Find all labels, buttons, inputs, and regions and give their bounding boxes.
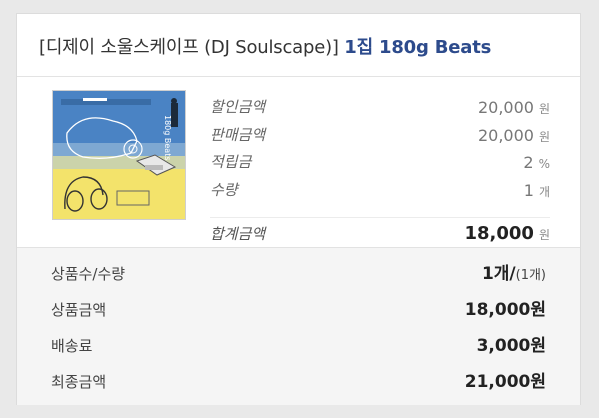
final-price-value: 21,000원 [464,372,546,392]
product-price-row: 상품금액 18,000원 [51,295,546,325]
final-price-label: 최종금액 [51,373,107,391]
product-price-label: 상품금액 [51,301,107,319]
sale-price-unit: 원 [538,129,550,144]
quantity-label: 수량 [210,180,238,199]
reward-rate-label: 적립금 [210,153,252,171]
product-title[interactable]: [디제이 소울스케이프 (DJ Soulscape)] 1집 180g Beat… [17,14,580,77]
order-card: [디제이 소울스케이프 (DJ Soulscape)] 1집 180g Beat… [16,13,581,405]
discount-price-value: 20,000 [477,98,534,117]
item-count-value: 1개/ [481,264,516,284]
sale-price-row: 판매금액 20,000 원 [210,122,550,150]
order-summary: 상품수/수량 1개/(1개) 상품금액 18,000원 배송료 3,000원 최… [17,247,580,405]
album-cover-image[interactable]: 180g Beats [52,90,186,220]
quantity-row: 수량 1개 [210,177,550,205]
sale-price-value: 20,000 [477,125,534,145]
quantity-unit: 개 [538,184,550,199]
discount-price-row: 할인금액 20,000 원 [210,94,550,122]
reward-rate-row: 적립금 2% [210,149,550,177]
reward-rate-unit: % [538,157,550,171]
product-title-prefix[interactable]: [디제이 소울스케이프 (DJ Soulscape)] [39,37,339,58]
subtotal-label: 합계금액 [210,225,266,243]
product-price-value: 18,000원 [464,300,546,320]
item-count-label: 상품수/수량 [51,265,126,283]
album-art-text: 180g Beats [163,115,172,161]
shipping-fee-row: 배송료 3,000원 [51,331,546,361]
final-price-row: 최종금액 21,000원 [51,367,546,397]
item-count-row: 상품수/수량 1개/(1개) [51,259,546,289]
shipping-fee-value: 3,000원 [476,336,546,356]
subtotal-value: 18,000 [464,223,534,244]
shipping-fee-label: 배송료 [51,337,93,355]
quantity-value: 1 [523,180,534,200]
price-details: 할인금액 20,000 원 판매금액 20,000 원 적립금 2% 수량 1개 [210,94,550,204]
subtotal-row: 합계금액 18,000 원 [210,219,550,249]
discount-price-unit: 원 [538,102,550,116]
subtotal-unit: 원 [538,228,550,242]
discount-price-label: 할인금액 [210,98,266,116]
reward-rate-value: 2 [523,153,534,172]
product-title-accent[interactable]: 1집 180g Beats [344,37,491,58]
item-count-sub: (1개) [515,268,546,283]
sale-price-label: 판매금액 [210,125,266,144]
total-divider [210,217,550,218]
